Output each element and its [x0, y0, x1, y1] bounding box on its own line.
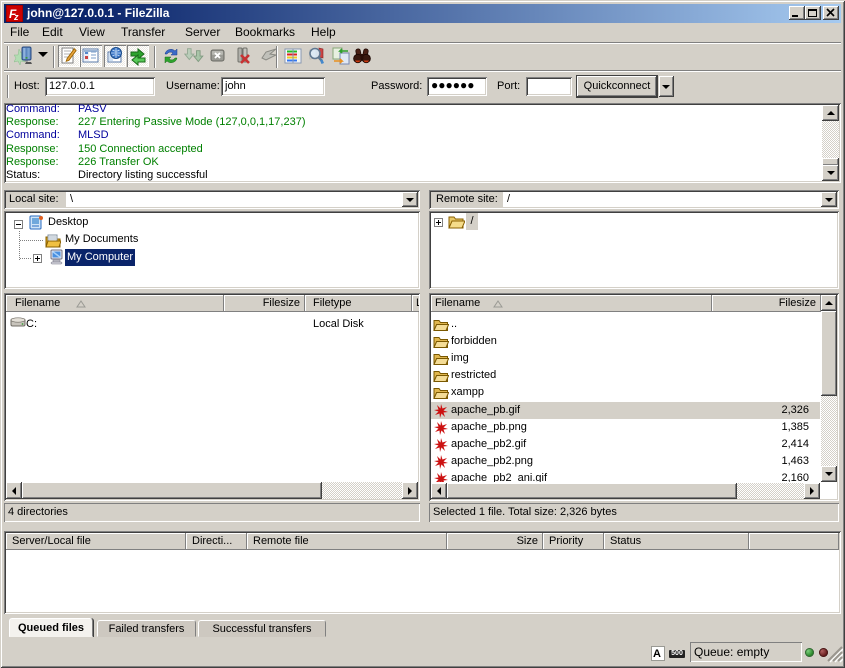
svg-text:z: z [13, 12, 19, 22]
